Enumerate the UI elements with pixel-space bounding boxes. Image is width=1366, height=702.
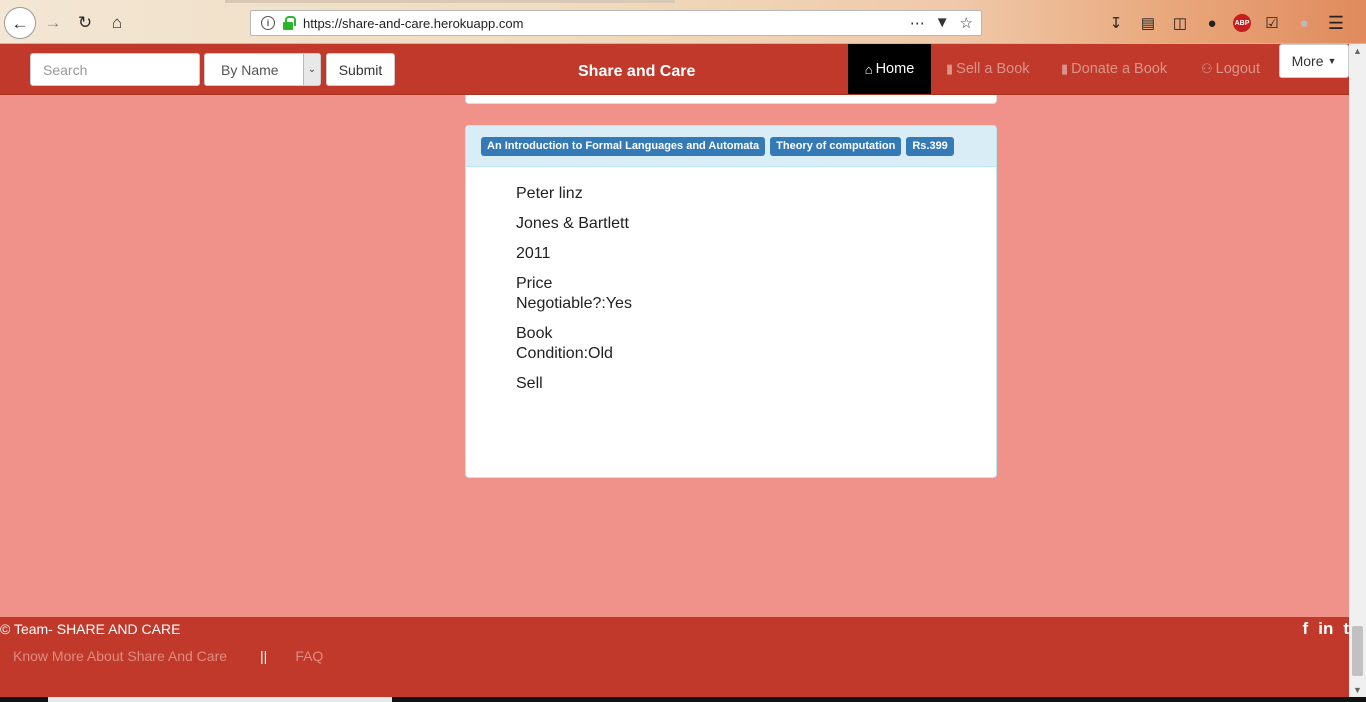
- footer-faq-link[interactable]: FAQ: [295, 648, 323, 664]
- home-icon: ⌂: [864, 61, 873, 77]
- scroll-up-icon[interactable]: ▲: [1353, 46, 1362, 56]
- extension-icon[interactable]: ●: [1293, 12, 1315, 34]
- adblock-icon[interactable]: ABP: [1233, 14, 1251, 32]
- pocket-icon[interactable]: ▼: [935, 14, 950, 32]
- book-icon: ▮: [1061, 61, 1069, 76]
- download-icon[interactable]: ↧: [1105, 12, 1127, 34]
- tab-strip-edge: [225, 0, 675, 3]
- reload-icon[interactable]: ↻: [72, 9, 98, 35]
- book-publisher: Jones & Bartlett: [516, 215, 629, 232]
- users-icon: ⚇: [1201, 61, 1213, 76]
- book-condition: Book Condition:Old: [516, 325, 613, 362]
- search-input[interactable]: [30, 53, 200, 86]
- more-dots-icon[interactable]: ⋯: [910, 14, 925, 32]
- previous-book-card: [465, 95, 997, 104]
- submit-button[interactable]: Submit: [326, 53, 395, 86]
- nav-sell-book[interactable]: ▮ Sell a Book: [946, 44, 1030, 94]
- book-subject-label: Theory of computation: [770, 136, 902, 156]
- more-dropdown-button[interactable]: More ▼: [1279, 44, 1349, 78]
- book-year: 2011: [516, 245, 551, 262]
- footer-links: Know More About Share And Care || FAQ: [13, 648, 323, 664]
- site-footer: © Team- SHARE AND CARE Know More About S…: [0, 617, 1349, 702]
- lightbulb-icon[interactable]: ●: [1201, 12, 1223, 34]
- more-label: More: [1291, 53, 1324, 69]
- footer-copyright: © Team- SHARE AND CARE: [0, 621, 181, 637]
- star-icon[interactable]: ☆: [960, 14, 973, 32]
- scroll-thumb[interactable]: [1352, 626, 1363, 676]
- page-scrollbar[interactable]: ▲ ▼: [1349, 44, 1366, 697]
- taskbar-segment: [48, 697, 392, 702]
- nav-donate-label: Donate a Book: [1071, 61, 1168, 77]
- back-arrow-icon[interactable]: ←: [4, 7, 36, 39]
- search-filter-select[interactable]: By Name ⌄: [204, 53, 321, 86]
- book-title-label: An Introduction to Formal Languages and …: [481, 136, 766, 156]
- site-navbar: By Name ⌄ Submit Share and Care ⌂ Home ▮…: [0, 44, 1349, 95]
- home-icon[interactable]: ⌂: [104, 9, 130, 35]
- linkedin-icon[interactable]: in: [1318, 619, 1333, 639]
- book-icon: ▮: [946, 61, 954, 76]
- brand-title[interactable]: Share and Care: [578, 63, 695, 81]
- checkbox-icon[interactable]: ☑: [1261, 12, 1283, 34]
- book-author: Peter linz: [516, 185, 583, 202]
- caret-down-icon: ▼: [1327, 56, 1337, 66]
- nav-sell-label: Sell a Book: [956, 61, 1030, 77]
- footer-about-link[interactable]: Know More About Share And Care: [13, 648, 227, 664]
- nav-logout-label: Logout: [1215, 61, 1261, 77]
- library-icon[interactable]: ▤: [1137, 12, 1159, 34]
- url-bar[interactable]: i https://share-and-care.herokuapp.com ⋯…: [250, 10, 982, 36]
- forward-arrow-icon[interactable]: →: [40, 9, 66, 35]
- book-card: An Introduction to Formal Languages and …: [465, 125, 997, 478]
- facebook-icon[interactable]: f: [1303, 619, 1309, 639]
- browser-toolbar: ← → ↻ ⌂ i https://share-and-care.herokua…: [0, 0, 1366, 44]
- book-type: Sell: [516, 375, 543, 392]
- social-links: f in t: [1303, 619, 1349, 639]
- book-negotiable: Price Negotiable?:Yes: [516, 275, 632, 312]
- book-price-label: Rs.399: [906, 136, 954, 156]
- lock-icon: [281, 16, 296, 30]
- nav-donate-book[interactable]: ▮ Donate a Book: [1061, 44, 1167, 94]
- nav-home-label: Home: [875, 61, 915, 77]
- footer-separator: ||: [260, 648, 268, 664]
- chevron-down-icon[interactable]: ⌄: [303, 54, 320, 85]
- nav-home[interactable]: ⌂ Home: [848, 44, 931, 94]
- book-card-body: Peter linz Jones & Bartlett 2011 Price N…: [466, 167, 996, 394]
- nav-logout[interactable]: ⚇ Logout: [1201, 44, 1260, 94]
- info-icon[interactable]: i: [261, 16, 275, 30]
- hamburger-menu-icon[interactable]: ☰: [1325, 12, 1347, 34]
- scroll-down-icon[interactable]: ▼: [1353, 685, 1362, 695]
- book-card-heading: An Introduction to Formal Languages and …: [466, 126, 996, 167]
- url-text[interactable]: https://share-and-care.herokuapp.com: [303, 16, 910, 31]
- sidebar-icon[interactable]: ◫: [1169, 12, 1191, 34]
- taskbar-edge: [0, 697, 1366, 702]
- filter-selected-value: By Name: [221, 61, 279, 78]
